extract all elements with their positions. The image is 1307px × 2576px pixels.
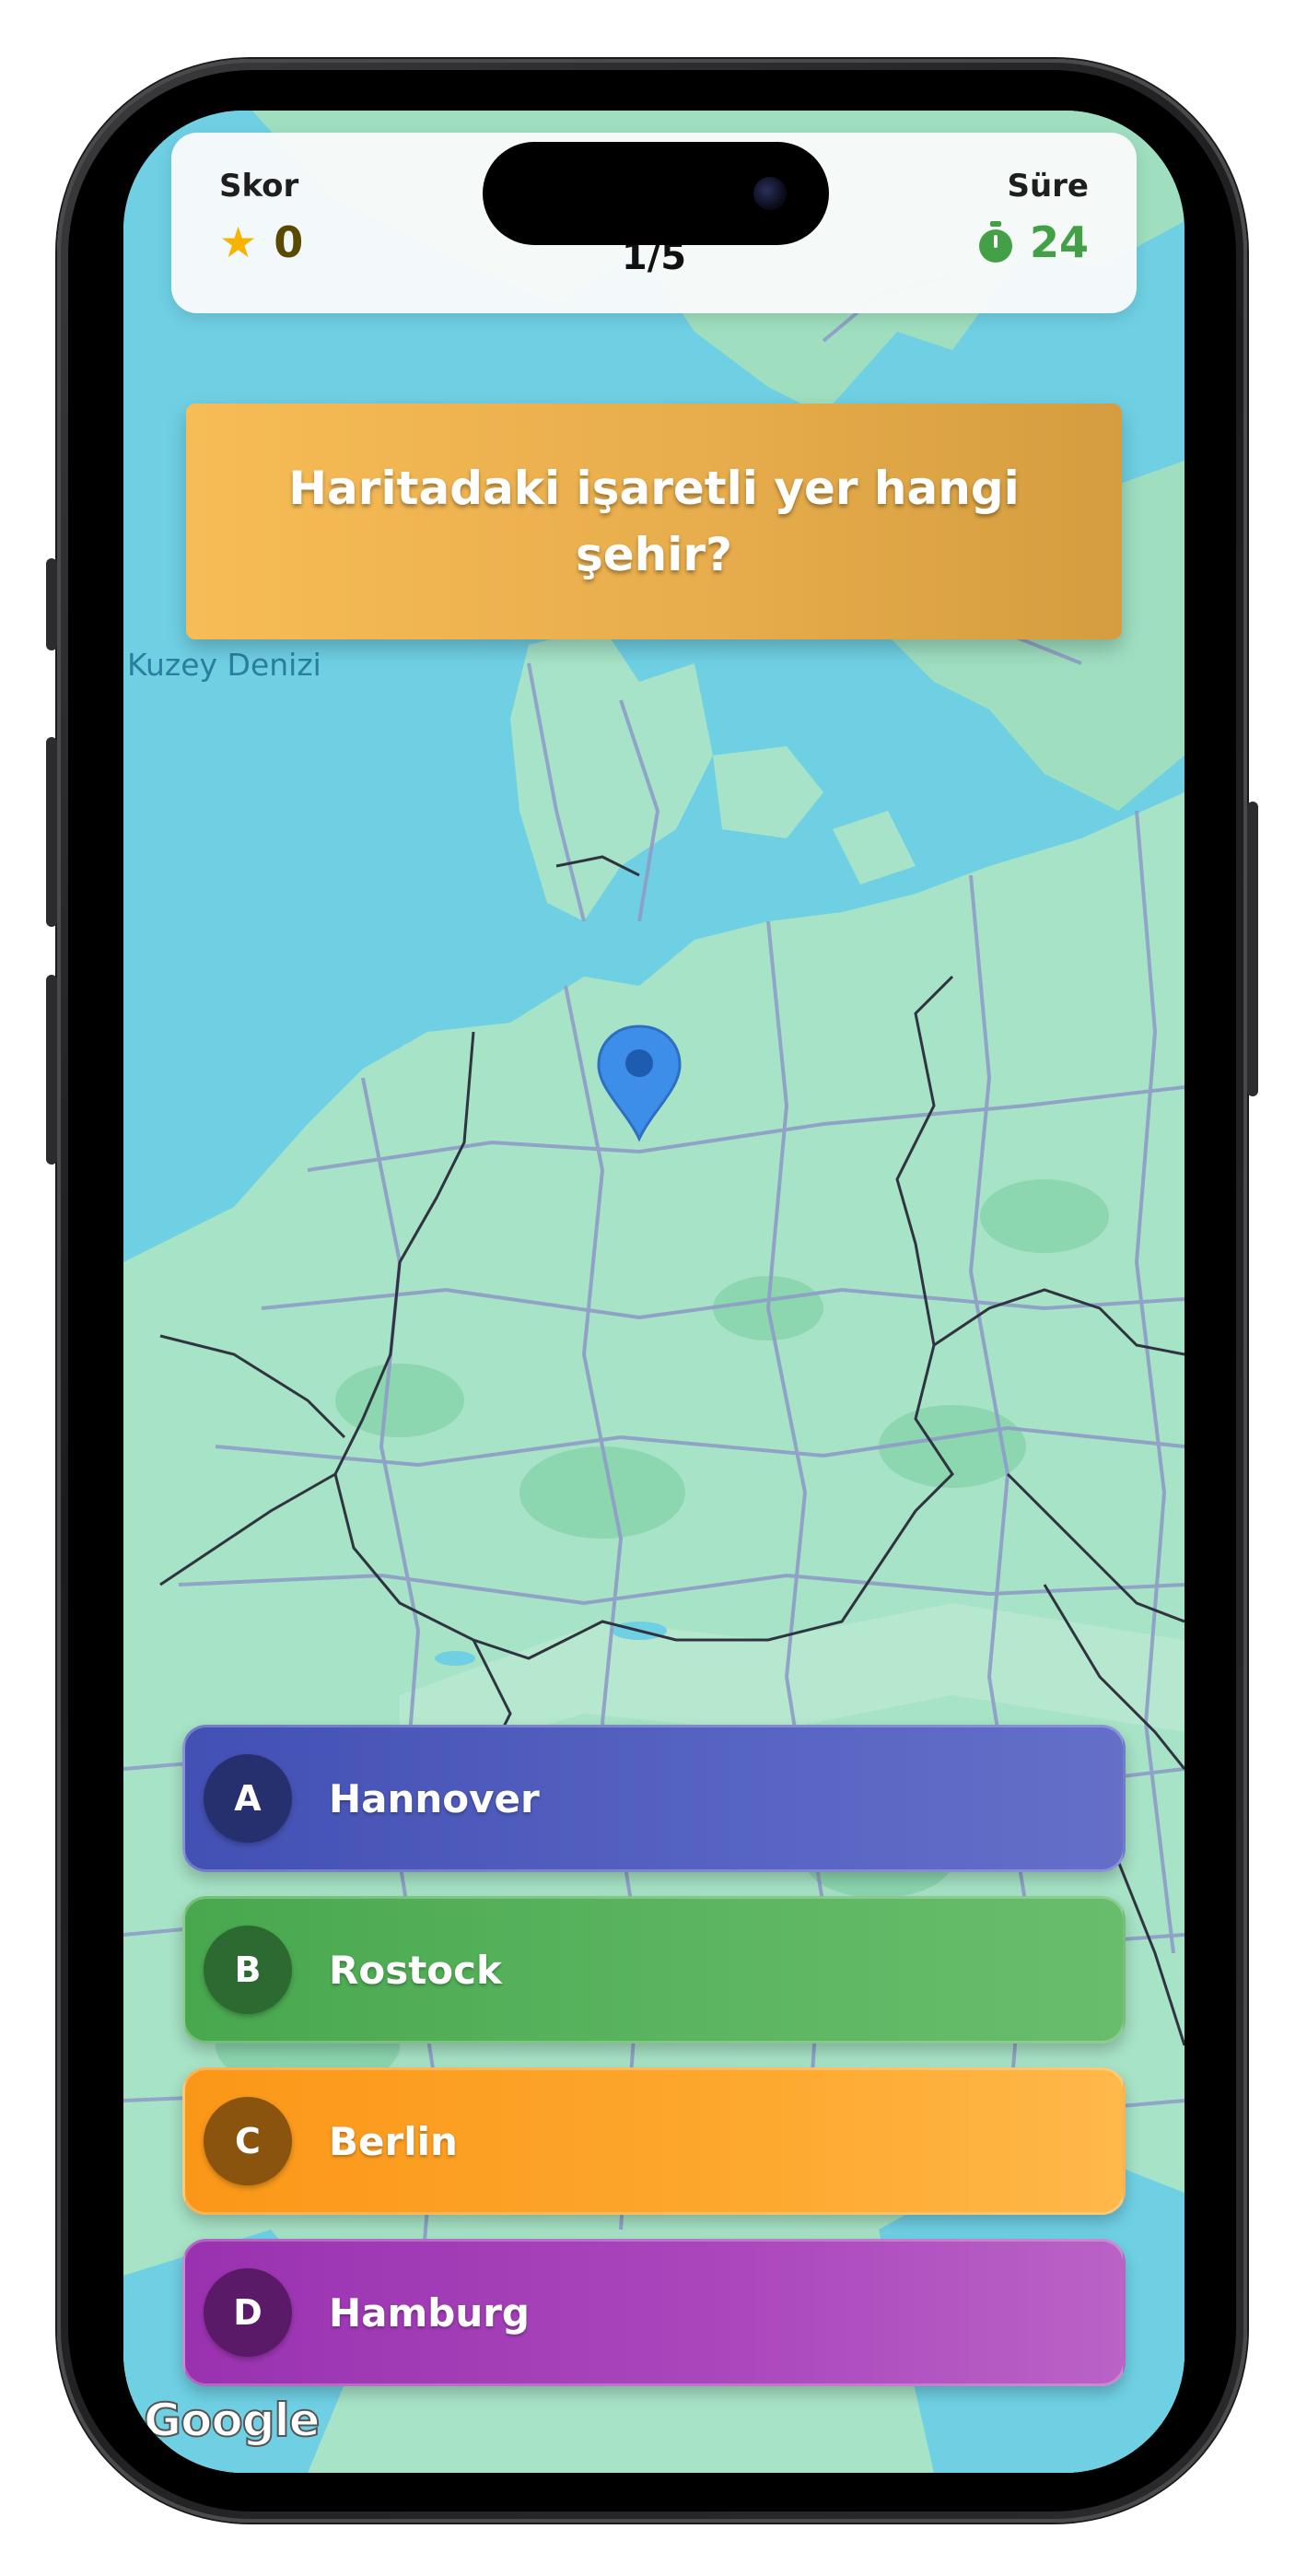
- question-text: Haritadaki işaretli yer hangi şehir?: [288, 462, 1020, 581]
- dynamic-island: [483, 142, 829, 245]
- volume-down-button: [46, 975, 57, 1165]
- answer-letter-c: C: [204, 2097, 292, 2185]
- volume-up-button: [46, 737, 57, 927]
- question-banner: Haritadaki işaretli yer hangi şehir?: [186, 404, 1122, 639]
- power-button: [1247, 802, 1258, 1096]
- time-label: Süre: [1007, 168, 1089, 205]
- answer-option-d[interactable]: D Hamburg: [182, 2239, 1126, 2386]
- stopwatch-icon: [978, 221, 1012, 263]
- time-value: 24: [1029, 217, 1089, 267]
- answer-letter-d: D: [204, 2268, 292, 2357]
- action-button: [46, 558, 57, 650]
- front-camera-icon: [753, 177, 787, 210]
- map-pin-icon[interactable]: [595, 1023, 683, 1142]
- answer-option-a[interactable]: A Hannover: [182, 1725, 1126, 1872]
- score-label: Skor: [219, 168, 299, 205]
- answer-label-b: Rostock: [329, 1947, 502, 1993]
- answer-option-b[interactable]: B Rostock: [182, 1896, 1126, 2043]
- google-attribution-logo: Google: [143, 2393, 321, 2448]
- answer-letter-b: B: [204, 1926, 292, 2014]
- answer-label-c: Berlin: [329, 2118, 458, 2164]
- answer-option-c[interactable]: C Berlin: [182, 2067, 1126, 2215]
- answer-label-a: Hannover: [329, 1775, 540, 1821]
- answer-label-d: Hamburg: [329, 2289, 530, 2336]
- timer-display: 24: [976, 221, 1089, 263]
- sea-label: Kuzey Denizi: [127, 647, 321, 683]
- app-screen: Kuzey Denizi Skor ★ 0 1/5 Süre 24 Harita…: [123, 111, 1184, 2473]
- answer-letter-a: A: [204, 1754, 292, 1843]
